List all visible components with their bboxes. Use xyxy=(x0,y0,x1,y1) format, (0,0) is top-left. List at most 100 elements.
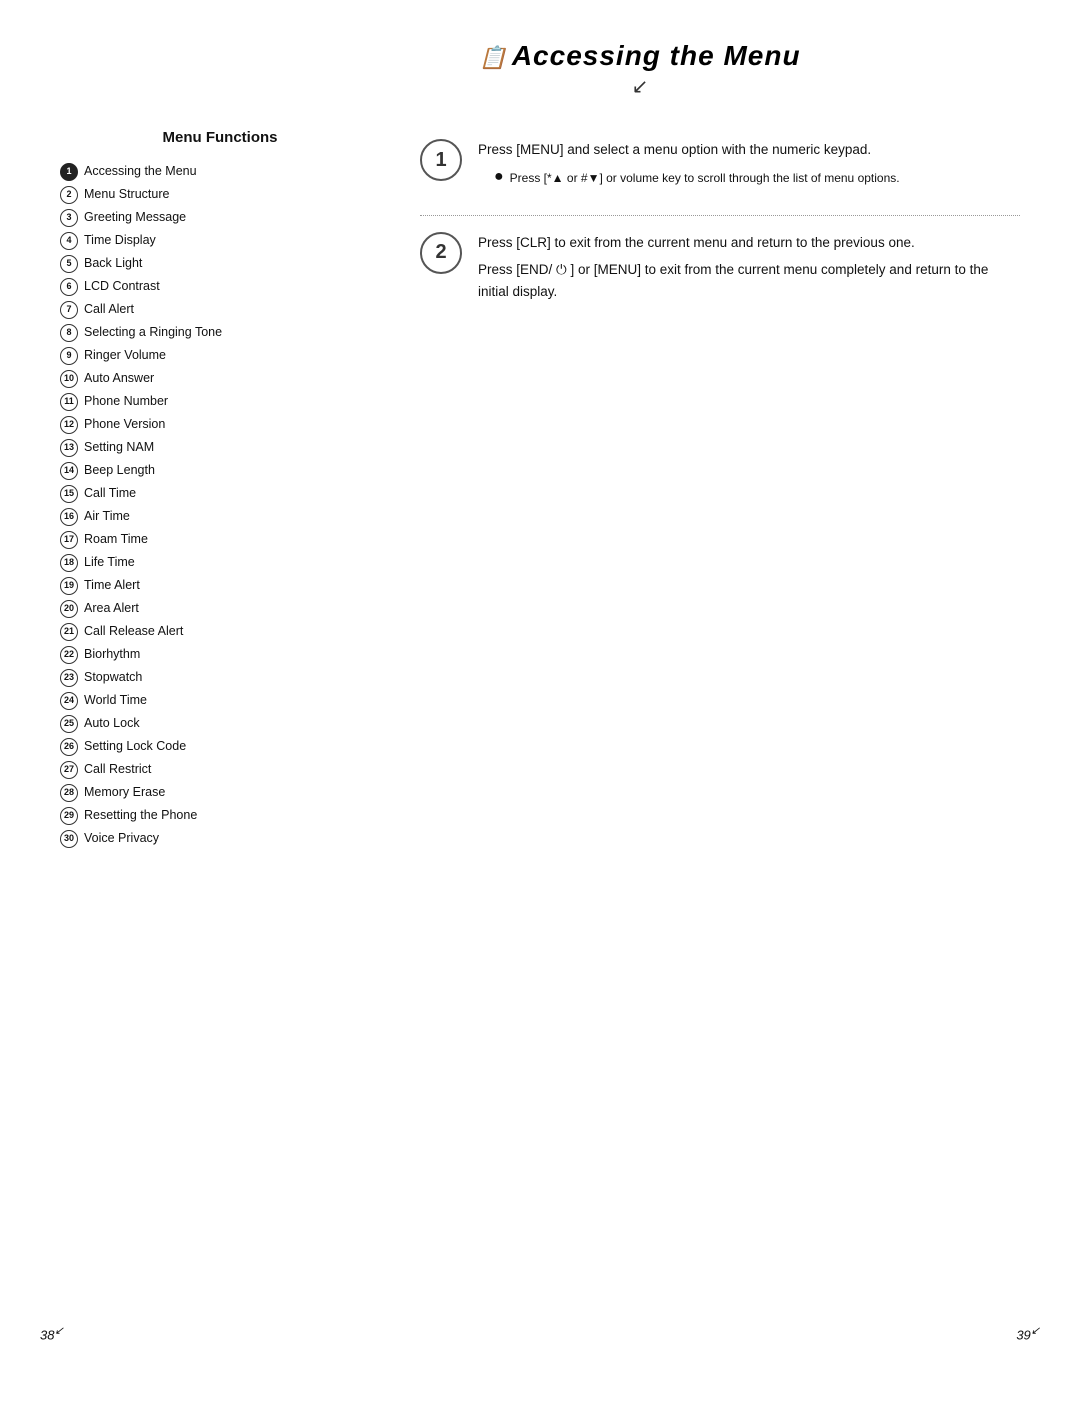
menu-item-label: World Time xyxy=(84,691,147,710)
menu-item-label: Area Alert xyxy=(84,599,139,618)
menu-item-number: 13 xyxy=(60,439,78,457)
step-1: 1 Press [MENU] and select a menu option … xyxy=(420,139,1020,187)
menu-item-label: Setting NAM xyxy=(84,438,154,457)
page-number-left: 38↙ xyxy=(40,1324,64,1342)
step-1-bullet: ● Press [*▲ or #▼] or volume key to scro… xyxy=(494,169,1020,187)
step-1-circle: 1 xyxy=(420,139,462,181)
list-item: 2 Menu Structure xyxy=(60,185,380,204)
menu-item-number: 14 xyxy=(60,462,78,480)
menu-item-number: 25 xyxy=(60,715,78,733)
menu-item-number: 22 xyxy=(60,646,78,664)
menu-item-number: 15 xyxy=(60,485,78,503)
menu-item-label: Phone Number xyxy=(84,392,168,411)
list-item: 14Beep Length xyxy=(60,461,380,480)
menu-functions-title: Menu Functions xyxy=(60,129,380,146)
menu-item-number: 3 xyxy=(60,209,78,227)
step-1-text: Press [MENU] and select a menu option wi… xyxy=(478,139,1020,161)
step-2-content: Press [CLR] to exit from the current men… xyxy=(478,232,1020,309)
menu-item-number: 26 xyxy=(60,738,78,756)
menu-item-number: 7 xyxy=(60,301,78,319)
menu-item-label: Phone Version xyxy=(84,415,165,434)
list-item: 29 Resetting the Phone xyxy=(60,806,380,825)
list-item: 20 Area Alert xyxy=(60,599,380,618)
list-item: 13 Setting NAM xyxy=(60,438,380,457)
menu-item-number: 1 xyxy=(60,163,78,181)
menu-item-number: 21 xyxy=(60,623,78,641)
left-column: Menu Functions 1 Accessing the Menu 2 Menu … xyxy=(60,129,380,852)
list-item: 4 Time Display xyxy=(60,231,380,250)
menu-item-label: Ringer Volume xyxy=(84,346,166,365)
list-item: 16 Air Time xyxy=(60,507,380,526)
menu-item-label: Call Time xyxy=(84,484,136,503)
header: 📋Accessing the Menu ↙ xyxy=(260,40,1020,99)
list-item: 23 Stopwatch xyxy=(60,668,380,687)
list-item: 26Setting Lock Code xyxy=(60,737,380,756)
page-title: 📋Accessing the Menu xyxy=(479,40,800,72)
menu-item-label: Time Alert xyxy=(84,576,140,595)
menu-item-number: 23 xyxy=(60,669,78,687)
menu-item-number: 24 xyxy=(60,692,78,710)
menu-item-label: Accessing the Menu xyxy=(84,162,197,181)
menu-item-number: 9 xyxy=(60,347,78,365)
step-1-bullet-text: Press [*▲ or #▼] or volume key to scroll… xyxy=(510,169,900,187)
page-number-right: 39↙ xyxy=(1016,1324,1040,1342)
menu-item-number: 20 xyxy=(60,600,78,618)
menu-item-label: Menu Structure xyxy=(84,185,169,204)
menu-item-label: Voice Privacy xyxy=(84,829,159,848)
menu-item-number: 11 xyxy=(60,393,78,411)
list-item: 19 Time Alert xyxy=(60,576,380,595)
menu-item-number: 17 xyxy=(60,531,78,549)
list-item: 24 World Time xyxy=(60,691,380,710)
main-content: Menu Functions 1 Accessing the Menu 2 Menu … xyxy=(60,129,1020,852)
right-column: 1 Press [MENU] and select a menu option … xyxy=(420,129,1020,336)
step-divider xyxy=(420,215,1020,216)
list-item: 12Phone Version xyxy=(60,415,380,434)
list-item: 5 Back Light xyxy=(60,254,380,273)
list-item: 11 Phone Number xyxy=(60,392,380,411)
list-item: 18Life Time xyxy=(60,553,380,572)
list-item: 27 Call Restrict xyxy=(60,760,380,779)
menu-item-label: LCD Contrast xyxy=(84,277,160,296)
list-item: 7 Call Alert xyxy=(60,300,380,319)
menu-item-label: Resetting the Phone xyxy=(84,806,197,825)
menu-item-label: Life Time xyxy=(84,553,135,572)
menu-item-number: 27 xyxy=(60,761,78,779)
list-item: 1 Accessing the Menu xyxy=(60,162,380,181)
list-item: 21 Call Release Alert xyxy=(60,622,380,641)
step-2-text2: Press [END/ ⏻ ] or [MENU] to exit from t… xyxy=(478,259,1020,302)
menu-item-label: Air Time xyxy=(84,507,130,526)
list-item: 10Auto Answer xyxy=(60,369,380,388)
menu-item-label: Stopwatch xyxy=(84,668,142,687)
menu-item-number: 5 xyxy=(60,255,78,273)
menu-item-number: 29 xyxy=(60,807,78,825)
menu-item-number: 6 xyxy=(60,278,78,296)
menu-item-number: 28 xyxy=(60,784,78,802)
menu-item-number: 10 xyxy=(60,370,78,388)
menu-item-number: 8 xyxy=(60,324,78,342)
step-2: 2 Press [CLR] to exit from the current m… xyxy=(420,232,1020,309)
list-item: 28Memory Erase xyxy=(60,783,380,802)
list-item: 3 Greeting Message xyxy=(60,208,380,227)
menu-item-label: Greeting Message xyxy=(84,208,186,227)
menu-item-number: 2 xyxy=(60,186,78,204)
menu-item-label: Call Alert xyxy=(84,300,134,319)
menu-item-number: 4 xyxy=(60,232,78,250)
header-arrow: ↙ xyxy=(632,74,649,99)
list-item: 6 LCD Contrast xyxy=(60,277,380,296)
menu-item-label: Time Display xyxy=(84,231,156,250)
menu-item-number: 19 xyxy=(60,577,78,595)
menu-item-number: 16 xyxy=(60,508,78,526)
menu-item-label: Call Release Alert xyxy=(84,622,183,641)
list-item: 15 Call Time xyxy=(60,484,380,503)
bullet-icon: ● xyxy=(494,169,504,185)
menu-item-label: Back Light xyxy=(84,254,142,273)
menu-item-label: Call Restrict xyxy=(84,760,151,779)
list-item: 9 Ringer Volume xyxy=(60,346,380,365)
step-2-text1: Press [CLR] to exit from the current men… xyxy=(478,232,1020,254)
menu-item-label: Auto Lock xyxy=(84,714,140,733)
menu-item-label: Selecting a Ringing Tone xyxy=(84,323,222,342)
menu-icon: 📋 xyxy=(479,45,507,70)
step-1-content: Press [MENU] and select a menu option wi… xyxy=(478,139,1020,187)
menu-list: 1 Accessing the Menu 2 Menu Structure 3 Greet… xyxy=(60,162,380,848)
list-item: 30Voice Privacy xyxy=(60,829,380,848)
